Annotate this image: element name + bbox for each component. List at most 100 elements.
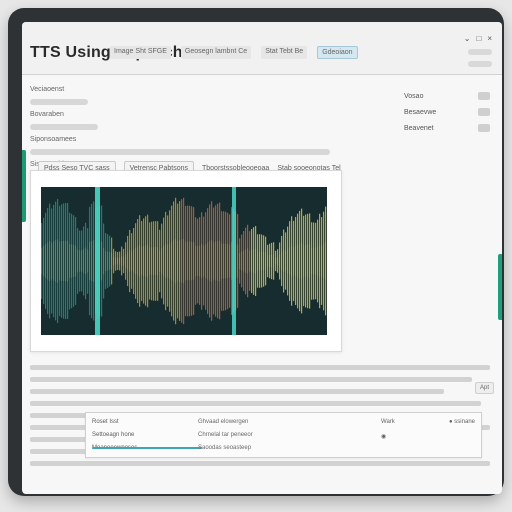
marker-left (95, 187, 100, 335)
wave-glow (113, 256, 115, 266)
wave-glow (227, 244, 229, 278)
wave-glow (311, 247, 313, 275)
minimize-icon[interactable]: ⌄ (464, 34, 471, 43)
wave-glow (67, 240, 69, 282)
left-accent-strip (22, 150, 26, 222)
wave-glow (183, 238, 185, 284)
right-row-2-label: Besaevwe (404, 108, 437, 116)
wave-glow (179, 240, 181, 282)
form-middle-row-3: Saoodas seoasteep (198, 445, 252, 451)
tab-stats[interactable]: Stat Tebt Be (261, 46, 308, 59)
left-label-2: Bovaraben (30, 111, 64, 118)
wave-glow (111, 252, 113, 270)
wave-glow (211, 240, 213, 282)
form-right-row-1-label: Wark (381, 419, 395, 425)
wave-glow (195, 245, 197, 277)
form-right-row-2[interactable]: ◉ (381, 433, 475, 440)
wave-glow (229, 244, 231, 278)
wave-glow (263, 252, 265, 270)
right-accent-strip (498, 254, 502, 320)
wave-glow (253, 249, 255, 273)
wave-glow (301, 242, 303, 280)
wave-glow (243, 250, 245, 272)
wave-glow (223, 243, 225, 279)
wave-glow (307, 244, 309, 278)
tab-image[interactable]: Image Sht SFGE (110, 46, 171, 59)
right-row-2[interactable]: Besaevwe (404, 108, 490, 116)
device-frame: TTS Using Sepeechn Image Sht SFGE Geoseg… (8, 8, 504, 496)
wave-glow (47, 242, 49, 280)
wave-glow (55, 240, 57, 282)
wave-glow (281, 252, 283, 270)
wave-glow (285, 250, 287, 272)
wave-glow (61, 241, 63, 281)
right-row-3-chip (478, 124, 490, 132)
wave-glow (313, 247, 315, 275)
wave-glow (283, 249, 285, 273)
wave-glow (171, 241, 173, 281)
form-left-row-1: Roset Isst (92, 419, 119, 425)
wave-glow (287, 248, 289, 274)
wave-glow (217, 240, 219, 282)
wave-glow (257, 251, 259, 271)
form-middle-row-2: Chrnelal tar peneeor (198, 432, 253, 438)
wave-glow (215, 241, 217, 281)
wave-glow (321, 245, 323, 277)
wave-glow (219, 240, 221, 282)
radio-icon[interactable]: ◉ (381, 433, 386, 440)
viewport: TTS Using Sepeechn Image Sht SFGE Geoseg… (0, 0, 512, 512)
wave-glow (269, 254, 271, 268)
form-card: Roset Isst Settoeagn hone Moaneeewneses … (85, 412, 482, 458)
tab-active[interactable]: Gdeoiaon (317, 46, 358, 59)
top-tabs: Image Sht SFGE Geosegn lambnt Ce Stat Te… (110, 46, 358, 59)
wave-glow (41, 247, 43, 275)
wave-glow (249, 250, 251, 272)
wave-glow (159, 250, 161, 272)
wave-glow (141, 247, 143, 275)
form-left-row-2: Settoeagn hone (92, 432, 135, 438)
wave-glow (81, 250, 83, 272)
right-row-3[interactable]: Beavenet (404, 124, 490, 132)
wave-glow (225, 243, 227, 279)
waveform-spectrogram (41, 187, 327, 335)
text-row-4 (30, 401, 481, 406)
wave-glow (161, 247, 163, 275)
wave-glow (299, 243, 301, 279)
wave-glow (181, 239, 183, 283)
wave-glow (73, 244, 75, 278)
close-icon[interactable]: × (487, 34, 492, 43)
form-right-row-1[interactable]: Wark ● ssinane (381, 419, 475, 425)
wave-glow (157, 247, 159, 275)
wave-glow (277, 256, 279, 266)
wave-glow (145, 245, 147, 277)
right-row-1[interactable]: Vosao (404, 92, 490, 100)
wave-glow (79, 250, 81, 272)
wave-glow (185, 241, 187, 281)
tab-settings[interactable]: Geosegn lambnt Ce (180, 46, 252, 59)
wave-glow (293, 246, 295, 276)
right-row-3-label: Beavenet (404, 124, 434, 132)
form-middle-column: Ghvaad elowergen Chrnelal tar peneeor Sa… (198, 419, 338, 458)
wave-glow (65, 240, 67, 282)
left-panel: Veciaoenst Bovaraben Siponsoamees Sisons… (30, 82, 375, 168)
status-pill-2 (468, 61, 492, 67)
wave-glow (255, 248, 257, 274)
wave-glow (51, 242, 53, 280)
maximize-icon[interactable]: □ (476, 34, 481, 43)
wave-glow (295, 245, 297, 277)
wave-glow (267, 255, 269, 267)
small-badge[interactable]: Apt (474, 382, 494, 394)
form-highlight-bar (92, 447, 202, 449)
wave-glow (261, 251, 263, 271)
wave-glow (143, 246, 145, 276)
wave-glow (205, 243, 207, 279)
wave-glow (325, 241, 327, 281)
top-bar: TTS Using Sepeechn Image Sht SFGE Geoseg… (22, 22, 502, 75)
wave-glow (203, 245, 205, 277)
wave-glow (305, 244, 307, 278)
wave-glow (71, 244, 73, 278)
wave-glow (101, 241, 103, 281)
wave-glow (75, 245, 77, 277)
wave-glow (53, 241, 55, 281)
wave-glow (323, 243, 325, 279)
